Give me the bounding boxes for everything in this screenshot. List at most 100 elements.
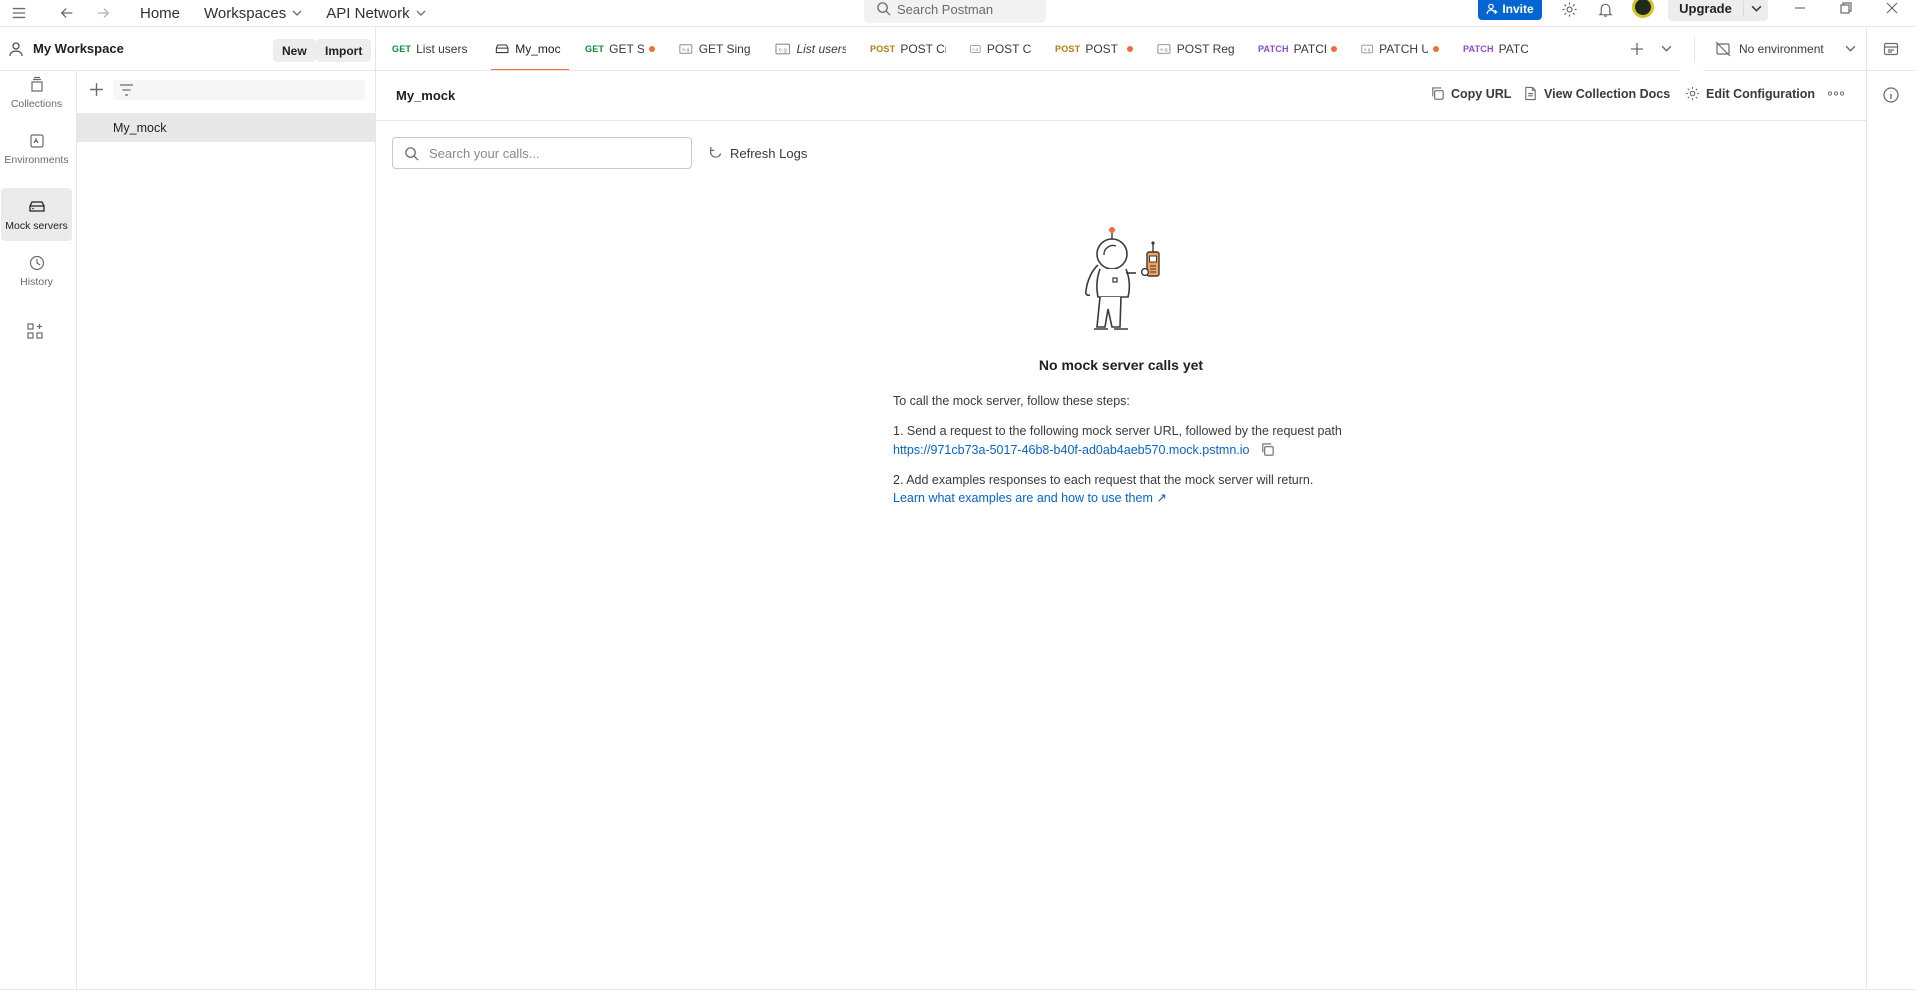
add-mock-server-plus-icon[interactable] <box>89 82 104 97</box>
collections-icon <box>30 76 43 92</box>
tab-6[interactable]: POST POST Cre <box>854 27 954 70</box>
new-tab-plus-icon[interactable] <box>1630 42 1644 56</box>
menu-icon[interactable] <box>10 4 28 22</box>
example-icon: e.g <box>1361 44 1373 54</box>
add-person-icon <box>1486 3 1498 14</box>
import-button[interactable]: Import <box>316 39 372 62</box>
upgrade-dropdown-chevron-icon[interactable] <box>1744 3 1768 14</box>
tab-5[interactable]: e.g List users <box>759 27 854 70</box>
tab-2[interactable]: My_mock <box>479 27 569 70</box>
tab-1[interactable]: GET List users <box>376 27 479 70</box>
mock-server-url-link[interactable]: https://971cb73a-5017-46b8-b40f-ad0ab4ae… <box>893 443 1250 457</box>
tab-7[interactable]: e.g POST Creat <box>954 27 1039 70</box>
sidebar-filter-input[interactable] <box>113 80 365 100</box>
tab-label: GET Single <box>609 42 644 56</box>
rail-item-environments[interactable]: Environments <box>1 123 72 175</box>
rail-label-history: History <box>20 276 53 288</box>
rail-label-mock-servers: Mock servers <box>5 219 68 232</box>
environments-icon <box>29 134 44 148</box>
window-close-icon[interactable] <box>1883 0 1901 17</box>
tab-4[interactable]: e.g GET Single <box>663 27 759 70</box>
step-2-text: 2. Add examples responses to each reques… <box>893 473 1314 487</box>
tab-9[interactable]: e.g POST Regis <box>1141 27 1242 70</box>
learn-examples-link[interactable]: Learn what examples are and how to use t… <box>893 490 1167 505</box>
page-title: My_mock <box>396 88 456 103</box>
environment-quick-look-icon[interactable] <box>1866 27 1915 71</box>
window-minimize-icon[interactable] <box>1791 0 1809 17</box>
tab-label: My_mock <box>515 42 561 56</box>
environment-selector[interactable]: No environment <box>1703 27 1866 71</box>
divider <box>1694 36 1695 62</box>
tabs-overflow-chevron-icon[interactable] <box>1661 43 1672 54</box>
back-arrow-icon[interactable] <box>58 4 76 22</box>
tab-method-badge: GET <box>392 44 412 54</box>
unsaved-changes-dot <box>1127 46 1133 52</box>
sidebar-item-label: My_mock <box>113 120 167 135</box>
tab-8[interactable]: POST POST Re <box>1039 27 1141 70</box>
tab-label: POST Re <box>1085 42 1122 56</box>
edit-config-label: Edit Configuration <box>1706 86 1816 101</box>
tab-11[interactable]: e.g PATCH Upd <box>1345 27 1447 70</box>
nav-api-network-label: API Network <box>326 4 410 22</box>
mock-url-row: https://971cb73a-5017-46b8-b40f-ad0ab4ae… <box>893 442 1275 457</box>
window-restore-icon[interactable] <box>1837 0 1855 17</box>
tab-method-badge: PATCH <box>1258 44 1289 54</box>
nav-workspaces[interactable]: Workspaces <box>192 5 314 22</box>
settings-gear-icon[interactable] <box>1560 0 1578 18</box>
status-bar <box>0 989 1915 999</box>
rail-item-history[interactable]: History <box>1 245 72 297</box>
upgrade-label: Upgrade <box>1668 1 1744 16</box>
step-1-text: 1. Send a request to the following mock … <box>893 424 1342 438</box>
tab-3[interactable]: GET GET Single <box>569 27 663 70</box>
rail-label-collections: Collections <box>10 98 63 110</box>
copy-url-icon[interactable] <box>1260 442 1275 457</box>
mock-server-icon <box>495 44 509 54</box>
nav-home[interactable]: Home <box>128 5 192 22</box>
search-calls-input[interactable]: Search your calls... <box>392 137 692 169</box>
svg-text:e.g: e.g <box>682 48 689 53</box>
tab-label: List users <box>796 42 846 56</box>
tab-label: PATCH U <box>1498 42 1528 56</box>
user-icon <box>9 41 23 56</box>
instructions-intro: To call the mock server, follow these st… <box>893 394 1130 408</box>
filter-icon <box>120 84 133 96</box>
tab-label: PATCH Upd <box>1379 42 1428 56</box>
rail-item-mock-servers[interactable]: Mock servers <box>1 188 72 241</box>
svg-text:e.g: e.g <box>779 47 787 53</box>
tab-method-badge: POST <box>870 44 896 54</box>
nav-workspaces-label: Workspaces <box>204 4 287 22</box>
tab-10[interactable]: PATCH PATCH U <box>1242 27 1345 70</box>
nav-home-label: Home <box>140 4 181 22</box>
search-icon <box>405 147 419 161</box>
tab-label: POST Regis <box>1176 42 1234 56</box>
invite-label: Invite <box>1502 1 1534 16</box>
copy-url-button[interactable]: Copy URL <box>1430 86 1511 101</box>
rail-item-collections[interactable]: Collections <box>1 67 72 119</box>
tab-12[interactable]: PATCH PATCH U <box>1447 27 1536 70</box>
example-icon: e.g <box>1157 44 1171 54</box>
main-header: My_mock Copy URL View Collection Docs Ed… <box>376 71 1866 121</box>
copy-url-label: Copy URL <box>1451 86 1512 101</box>
configure-apps-icon[interactable] <box>26 322 44 340</box>
user-avatar[interactable] <box>1632 0 1654 18</box>
nav-api-network[interactable]: API Network <box>314 5 437 22</box>
upgrade-button[interactable]: Upgrade <box>1668 0 1768 21</box>
invite-button[interactable]: Invite <box>1478 0 1542 20</box>
sidebar: My_mock <box>77 71 376 989</box>
refresh-logs-button[interactable]: Refresh Logs <box>708 146 807 161</box>
rail-label-environments: Environments <box>4 154 69 166</box>
tab-label: PATCH U <box>1293 42 1326 56</box>
more-options-ellipsis-icon[interactable] <box>1827 86 1845 101</box>
search-calls-placeholder: Search your calls... <box>429 145 540 161</box>
search-icon <box>877 2 891 16</box>
notifications-bell-icon[interactable] <box>1596 0 1614 18</box>
info-icon[interactable] <box>1882 86 1900 104</box>
new-button[interactable]: New <box>273 39 316 62</box>
global-search-input[interactable]: Search Postman <box>864 0 1046 23</box>
edit-configuration-button[interactable]: Edit Configuration <box>1685 86 1815 101</box>
chevron-down-icon <box>1845 45 1856 52</box>
forward-arrow-icon[interactable] <box>94 4 112 22</box>
empty-state-title: No mock server calls yet <box>1038 357 1204 373</box>
sidebar-item-my-mock[interactable]: My_mock <box>77 113 375 142</box>
view-collection-docs-button[interactable]: View Collection Docs <box>1523 86 1670 101</box>
